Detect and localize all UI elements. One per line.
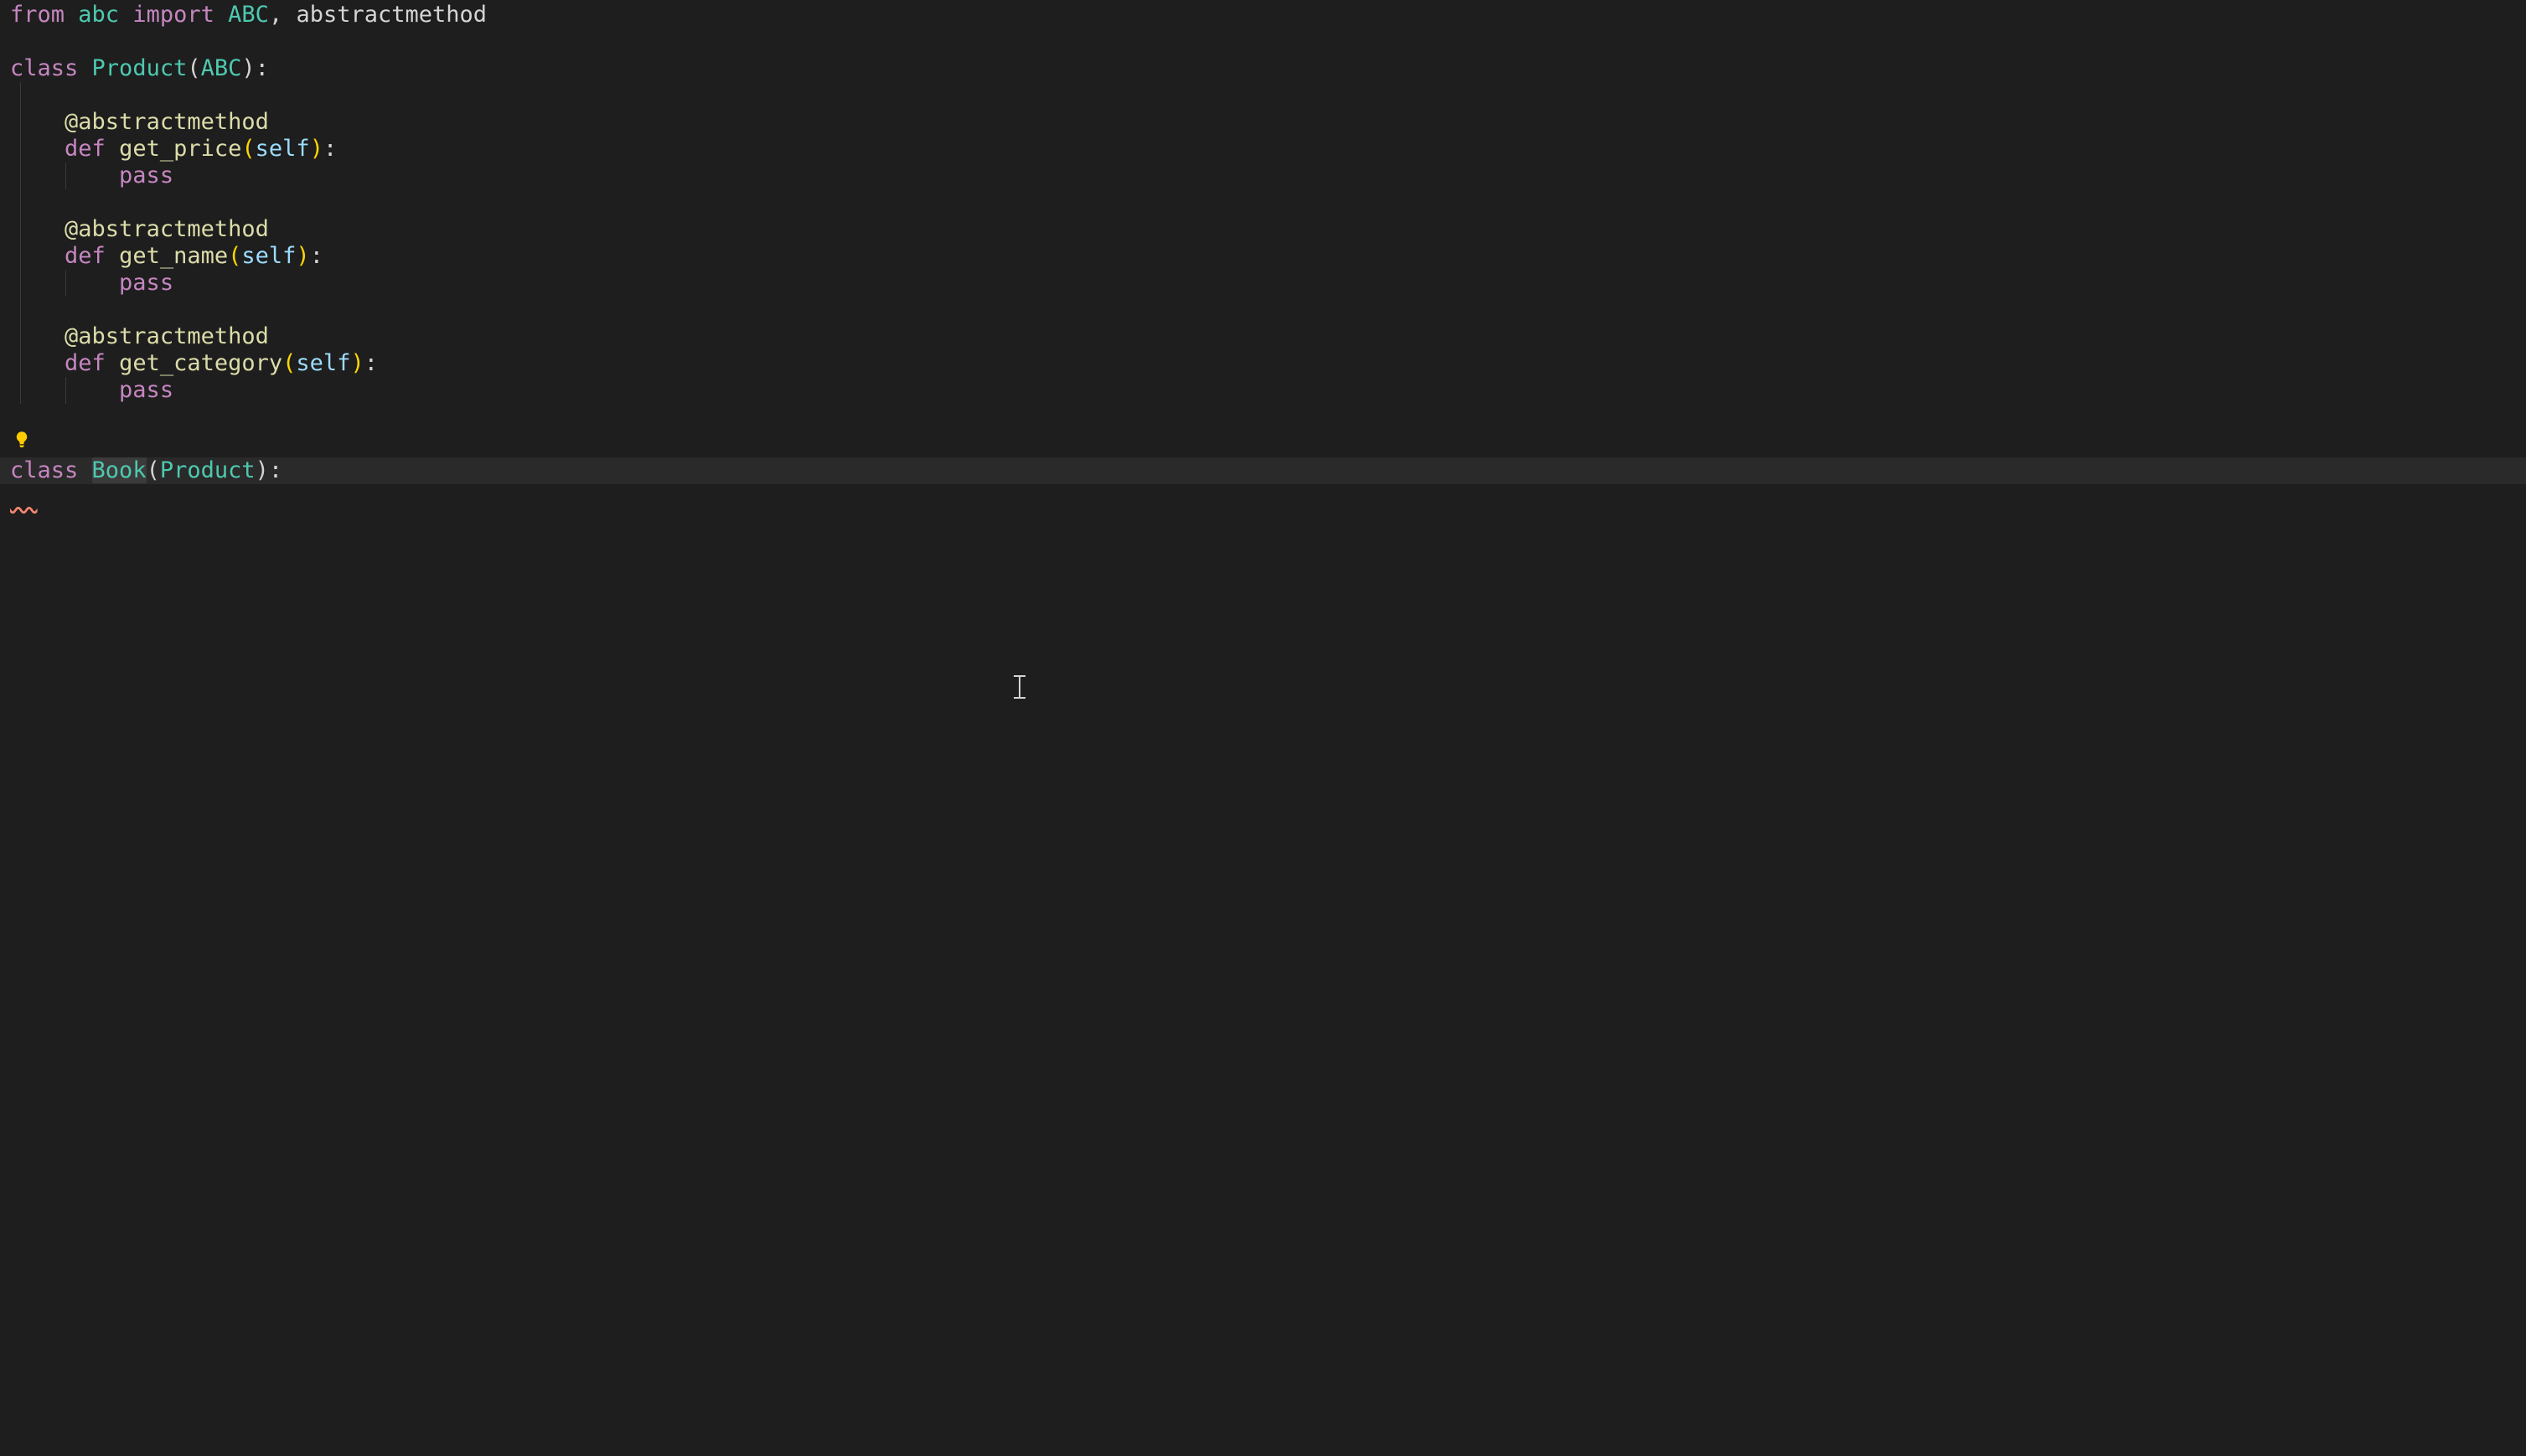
param-self: self	[296, 350, 350, 376]
code-line[interactable]: from abc import ABC, abstractmethod	[0, 2, 2526, 28]
decorator: @abstractmethod	[65, 109, 269, 135]
indent-guide	[20, 270, 21, 297]
kw-pass: pass	[119, 270, 173, 296]
func-get-category: get_category	[119, 350, 282, 376]
code-line-current[interactable]: class Book(Product):	[0, 457, 2526, 484]
error-squiggle	[10, 484, 38, 510]
kw-import: import	[132, 2, 214, 28]
decorator: @abstractmethod	[65, 323, 269, 349]
code-line[interactable]: def get_price(self):	[0, 136, 2526, 163]
code-line[interactable]: pass	[0, 377, 2526, 404]
decorator: @abstractmethod	[65, 216, 269, 242]
kw-pass: pass	[119, 163, 173, 188]
func-get-name: get_name	[119, 243, 228, 269]
indent-guide	[20, 109, 21, 136]
kw-class: class	[10, 55, 78, 81]
indent-guide	[20, 189, 21, 216]
code-line[interactable]	[0, 404, 2526, 431]
param-self: self	[256, 136, 310, 162]
code-line[interactable]	[0, 82, 2526, 109]
code-line[interactable]: @abstractmethod	[0, 109, 2526, 136]
code-line[interactable]: class Product(ABC):	[0, 55, 2526, 82]
lightbulb-icon[interactable]	[13, 431, 30, 447]
indent-guide	[20, 216, 21, 243]
indent-guide	[20, 82, 21, 109]
indent-guide	[65, 163, 66, 189]
indent-guide	[65, 270, 66, 297]
code-editor[interactable]: from abc import ABC, abstractmethod clas…	[0, 0, 2526, 1456]
indent-guide	[20, 350, 21, 377]
type-abc: ABC	[228, 2, 269, 28]
text-cursor-icon	[1014, 675, 1025, 699]
class-book: Book	[92, 457, 147, 483]
code-line[interactable]: pass	[0, 163, 2526, 189]
name-abstractmethod: abstractmethod	[296, 2, 487, 28]
kw-from: from	[10, 2, 65, 28]
base-product: Product	[160, 457, 256, 483]
code-line[interactable]	[0, 297, 2526, 323]
func-get-price: get_price	[119, 136, 241, 162]
indent-guide	[20, 243, 21, 270]
module-abc: abc	[78, 2, 119, 28]
kw-class: class	[10, 457, 78, 483]
indent-guide	[20, 136, 21, 163]
indent-guide	[20, 377, 21, 404]
kw-pass: pass	[119, 377, 173, 403]
kw-def: def	[65, 243, 106, 269]
code-line[interactable]	[0, 28, 2526, 55]
code-line[interactable]: def get_name(self):	[0, 243, 2526, 270]
param-self: self	[241, 243, 296, 269]
kw-def: def	[65, 136, 106, 162]
class-product: Product	[92, 55, 188, 81]
code-line[interactable]: @abstractmethod	[0, 216, 2526, 243]
comma: ,	[269, 2, 282, 28]
code-line[interactable]: @abstractmethod	[0, 323, 2526, 350]
code-line[interactable]	[0, 189, 2526, 216]
indent-guide	[20, 297, 21, 323]
code-line[interactable]: def get_category(self):	[0, 350, 2526, 377]
indent-guide	[65, 377, 66, 404]
code-line[interactable]	[0, 484, 2526, 511]
indent-guide	[20, 323, 21, 350]
code-line[interactable]	[0, 431, 2526, 457]
kw-def: def	[65, 350, 106, 376]
code-line[interactable]: pass	[0, 270, 2526, 297]
indent-guide	[20, 163, 21, 189]
